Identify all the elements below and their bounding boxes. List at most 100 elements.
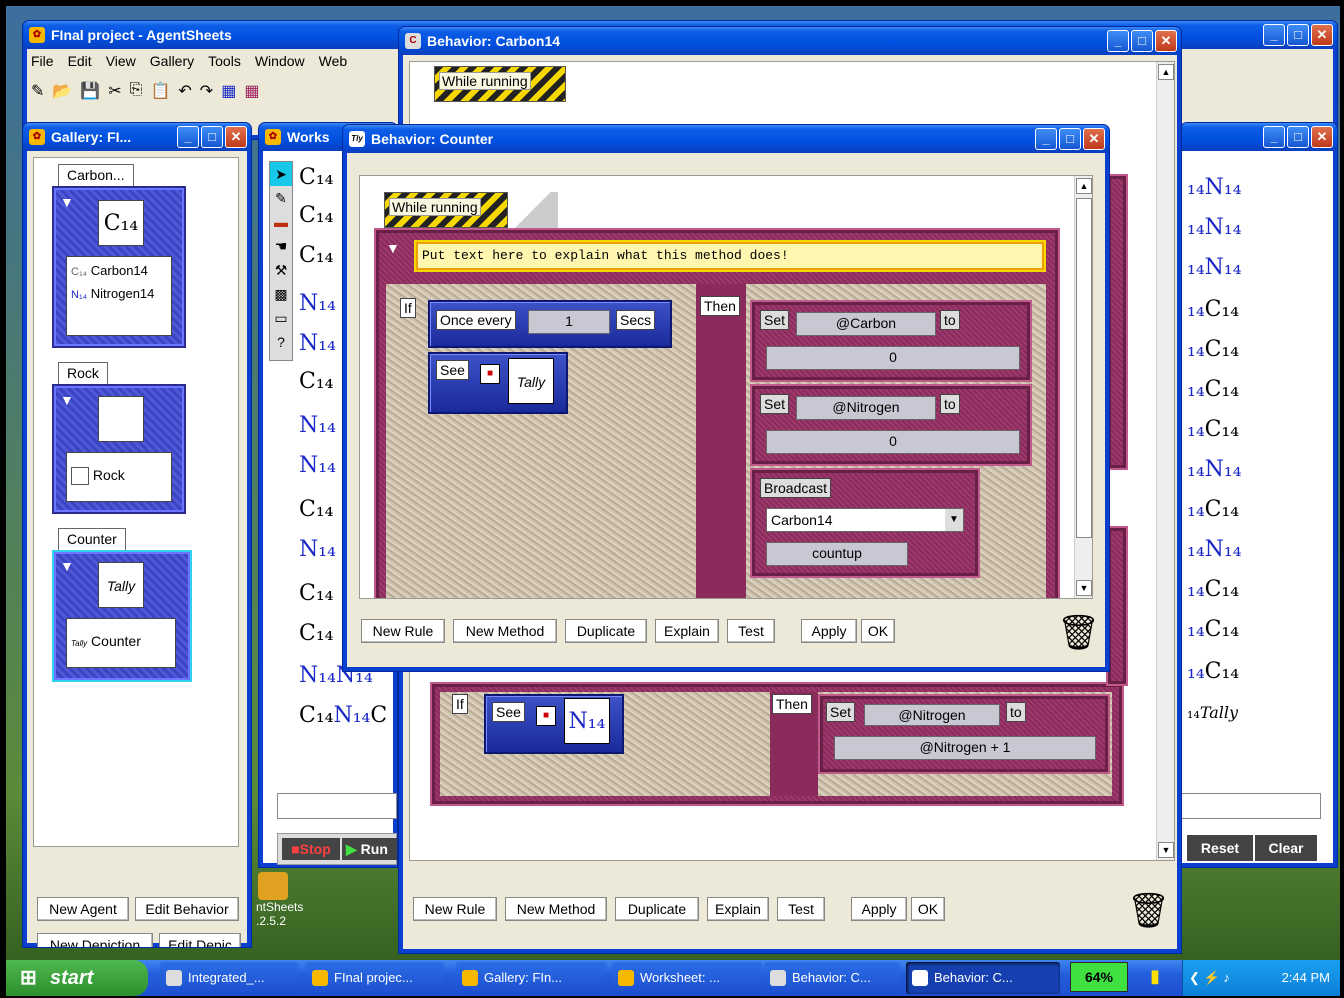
rock-entry[interactable]: Rock <box>66 452 172 502</box>
method-comment[interactable]: Put text here to explain what this metho… <box>414 240 1046 272</box>
run-button[interactable]: ▶ Run <box>342 838 397 860</box>
broadcast-action[interactable]: Broadcast Carbon14 ▼ countup <box>750 468 980 578</box>
taskbar-item-final-project[interactable]: FInal projec... <box>306 962 444 994</box>
taskbar-item-behavior-counter[interactable]: Behavior: C... <box>906 962 1060 994</box>
set-nitrogen-value-field[interactable]: 0 <box>766 430 1020 454</box>
duplicate-button[interactable]: Duplicate <box>615 897 699 921</box>
carbon-trigger[interactable]: While running <box>434 66 566 102</box>
direction-selector-icon[interactable]: ■ <box>480 364 500 384</box>
start-button[interactable]: ⊞ start <box>6 960 148 996</box>
apply-button[interactable]: Apply <box>851 897 907 921</box>
open-icon[interactable]: 📂 <box>52 81 72 101</box>
tray-arrow-icon[interactable]: ❮ <box>1189 970 1200 985</box>
eraser-tool-icon[interactable]: ▬ <box>270 210 292 234</box>
scroll-down-icon[interactable]: ▼ <box>1076 580 1092 596</box>
minimize-icon[interactable]: _ <box>1263 24 1285 46</box>
duplicate-button[interactable]: Duplicate <box>565 619 647 643</box>
pattern-tool-icon[interactable]: ▩ <box>270 282 292 306</box>
menu-edit[interactable]: Edit <box>68 53 92 69</box>
edit-depiction-button[interactable]: Edit Depic <box>159 933 241 947</box>
maximize-icon[interactable]: □ <box>201 126 223 148</box>
stop-button[interactable]: ■Stop <box>282 838 340 860</box>
set-carbon-value-field[interactable]: 0 <box>766 346 1020 370</box>
minimize-icon[interactable]: _ <box>1035 128 1057 150</box>
agent-tool-icon[interactable]: ▦ <box>221 81 236 101</box>
message-field[interactable] <box>277 793 397 819</box>
explain-button[interactable]: Explain <box>707 897 769 921</box>
menu-view[interactable]: View <box>106 53 136 69</box>
hand-tool-icon[interactable]: ☚ <box>270 234 292 258</box>
taskbar-item-gallery[interactable]: Gallery: FIn... <box>456 962 606 994</box>
reset-button[interactable]: Reset <box>1187 835 1253 861</box>
interval-field[interactable]: 1 <box>528 310 610 334</box>
close-icon[interactable]: ✕ <box>1311 24 1333 46</box>
arrow-tool-icon[interactable]: ➤ <box>270 162 292 186</box>
new-agent-button[interactable]: New Agent <box>37 897 129 921</box>
see-tally-condition[interactable]: See ■ Tally <box>428 352 568 414</box>
scroll-thumb[interactable] <box>1076 198 1092 538</box>
rock-agent-card[interactable]: ▼ Rock <box>52 384 186 514</box>
cut-icon[interactable]: ✂ <box>108 81 121 101</box>
scroll-up-icon[interactable]: ▲ <box>1158 64 1174 80</box>
menu-window[interactable]: Window <box>255 53 305 69</box>
broadcast-method-field[interactable]: countup <box>766 542 908 566</box>
worksheet-right-titlebar[interactable]: _ □ ✕ <box>1181 123 1337 151</box>
counter-trigger[interactable]: While running <box>384 192 508 228</box>
tally-depiction-icon[interactable]: Tally <box>508 358 554 404</box>
carbon-set-variable-field[interactable]: @Nitrogen <box>864 704 1000 726</box>
hammer-tool-icon[interactable]: ⚒ <box>270 258 292 282</box>
menu-file[interactable]: File <box>31 53 54 69</box>
trash-icon[interactable]: 🗑 <box>1057 615 1100 651</box>
close-icon[interactable]: ✕ <box>1083 128 1105 150</box>
new-method-button[interactable]: New Method <box>505 897 607 921</box>
expand-triangle-icon[interactable]: ▼ <box>60 558 74 574</box>
test-button[interactable]: Test <box>777 897 825 921</box>
tab-counter[interactable]: Counter <box>58 528 126 550</box>
new-method-button[interactable]: New Method <box>453 619 557 643</box>
rect-tool-icon[interactable]: ▭ <box>270 306 292 330</box>
scroll-down-icon[interactable]: ▼ <box>1158 842 1174 858</box>
once-every-condition[interactable]: Once every 1 Secs <box>428 300 672 348</box>
agent-tool2-icon[interactable]: ▦ <box>244 81 259 101</box>
edit-behavior-button[interactable]: Edit Behavior <box>135 897 239 921</box>
test-button[interactable]: Test <box>727 619 775 643</box>
nitrogen14-entry[interactable]: N₁₄ Nitrogen14 <box>71 286 167 301</box>
maximize-icon[interactable]: □ <box>1287 24 1309 46</box>
copy-icon[interactable]: ⎘ <box>130 81 143 101</box>
close-icon[interactable]: ✕ <box>1155 30 1177 52</box>
speaker-icon[interactable]: ♪ <box>1223 970 1230 985</box>
maximize-icon[interactable]: □ <box>1059 128 1081 150</box>
new-rule-button[interactable]: New Rule <box>361 619 445 643</box>
maximize-icon[interactable]: □ <box>1131 30 1153 52</box>
nitrogen-depiction-icon[interactable]: N₁₄ <box>564 698 610 744</box>
broadcast-agent-select[interactable]: Carbon14 ▼ <box>766 508 964 532</box>
explain-button[interactable]: Explain <box>655 619 719 643</box>
network-icon[interactable]: ⚡ <box>1204 970 1220 985</box>
minimize-icon[interactable]: _ <box>177 126 199 148</box>
expand-triangle-icon[interactable]: ▼ <box>60 194 74 210</box>
chevron-down-icon[interactable]: ▼ <box>945 509 963 531</box>
taskbar-item-worksheet[interactable]: Worksheet: ... <box>612 962 762 994</box>
trash-icon[interactable]: 🗑 <box>1127 893 1170 929</box>
battery-icon[interactable]: ▮ <box>1150 966 1160 987</box>
collapse-triangle-icon[interactable]: ▼ <box>386 240 400 256</box>
taskbar-item-behavior-carbon[interactable]: Behavior: C... <box>764 962 900 994</box>
gallery-titlebar[interactable]: ✿ Gallery: FI... _ □ ✕ <box>23 123 251 151</box>
new-rule-button[interactable]: New Rule <box>413 897 497 921</box>
pencil-tool-icon[interactable]: ✎ <box>270 186 292 210</box>
undo-icon[interactable]: ↶ <box>178 81 191 101</box>
scroll-up-icon[interactable]: ▲ <box>1076 178 1092 194</box>
ok-button[interactable]: OK <box>861 619 895 643</box>
redo-icon[interactable]: ↷ <box>200 81 213 101</box>
maximize-icon[interactable]: □ <box>1287 126 1309 148</box>
carbon-scrollbar[interactable]: ▲ ▼ <box>1156 62 1174 860</box>
carbon-set-expression-field[interactable]: @Nitrogen + 1 <box>834 736 1096 760</box>
carbon-set-action[interactable]: Set @Nitrogen to @Nitrogen + 1 <box>818 694 1110 774</box>
close-icon[interactable]: ✕ <box>225 126 247 148</box>
minimize-icon[interactable]: _ <box>1263 126 1285 148</box>
menu-tools[interactable]: Tools <box>208 53 241 69</box>
behavior-counter-titlebar[interactable]: Tly Behavior: Counter _ □ ✕ <box>343 125 1109 153</box>
expand-triangle-icon[interactable]: ▼ <box>60 392 74 408</box>
set-nitrogen-action[interactable]: Set @Nitrogen to 0 <box>750 384 1032 466</box>
set-carbon-variable-field[interactable]: @Carbon <box>796 312 936 336</box>
